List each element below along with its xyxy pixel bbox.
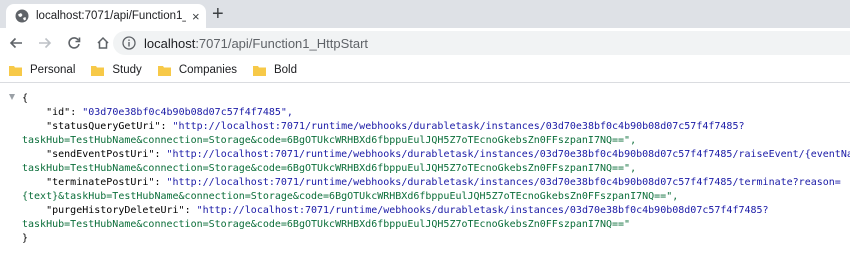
globe-icon — [15, 9, 29, 23]
collapse-toggle-icon[interactable] — [9, 94, 15, 100]
folder-icon — [157, 65, 171, 76]
json-open-brace: { — [22, 93, 29, 104]
arrow-left-icon — [9, 37, 22, 49]
json-value-send-event-cont: taskHub=TestHubName&connection=Storage&c… — [22, 163, 637, 174]
tab-strip: localhost:7071/api/Function1_HttpStart ×… — [0, 0, 850, 28]
folder-icon — [252, 65, 266, 76]
url-host: localhost — [144, 35, 196, 51]
toolbar: localhost:7071/api/Function1_HttpStart — [0, 28, 850, 58]
back-button[interactable] — [7, 34, 25, 52]
json-value-id: "03d70e38bf0c4b90b08d07c57f4f7485", — [82, 107, 293, 118]
bookmarks-bar: Personal Study Companies Bold — [0, 58, 850, 83]
json-value-terminate-cont: {text}&taskHub=TestHubName&connection=St… — [22, 191, 679, 202]
json-body: { "id": "03d70e38bf0c4b90b08d07c57f4f748… — [22, 92, 850, 246]
json-value-purge-history-cont: taskHub=TestHubName&connection=Storage&c… — [22, 219, 631, 230]
bookmark-label: Personal — [30, 64, 76, 76]
new-tab-button[interactable]: + — [212, 3, 224, 25]
json-key-terminate: "terminatePostUri" — [46, 177, 155, 188]
bookmark-bold[interactable]: Bold — [252, 64, 298, 76]
tab-title: localhost:7071/api/Function1_HttpStart — [36, 10, 186, 22]
json-value-send-event: "http://localhost:7071/runtime/webhooks/… — [166, 149, 850, 160]
home-button[interactable] — [94, 34, 112, 52]
bookmark-label: Bold — [273, 64, 298, 76]
json-value-purge-history: "http://localhost:7071/runtime/webhooks/… — [196, 205, 769, 216]
home-icon — [97, 36, 109, 49]
json-value-status-query-cont: taskHub=TestHubName&connection=Storage&c… — [22, 135, 637, 146]
browser-tab[interactable]: localhost:7071/api/Function1_HttpStart × — [6, 4, 206, 28]
url-path: :7071/api/Function1_HttpStart — [195, 35, 369, 51]
close-tab-icon[interactable]: × — [192, 9, 200, 24]
bookmark-label: Companies — [178, 64, 237, 76]
json-viewer: { "id": "03d70e38bf0c4b90b08d07c57f4f748… — [0, 83, 850, 258]
json-key-purge-history: "purgeHistoryDeleteUri" — [46, 205, 185, 216]
json-key-send-event: "sendEventPostUri" — [46, 149, 155, 160]
json-value-status-query: "http://localhost:7071/runtime/webhooks/… — [172, 121, 745, 132]
info-icon[interactable] — [122, 36, 136, 50]
address-bar[interactable]: localhost:7071/api/Function1_HttpStart — [113, 31, 850, 55]
bookmark-study[interactable]: Study — [91, 64, 142, 76]
bookmark-personal[interactable]: Personal — [9, 64, 75, 76]
json-value-terminate: "http://localhost:7071/runtime/webhooks/… — [166, 177, 841, 188]
bookmark-companies[interactable]: Companies — [157, 64, 237, 76]
url-text[interactable]: localhost:7071/api/Function1_HttpStart — [144, 36, 368, 51]
arrow-right-icon — [39, 37, 52, 49]
reload-icon — [68, 37, 81, 49]
folder-icon — [91, 65, 105, 76]
json-close-brace: } — [22, 233, 29, 244]
forward-button[interactable] — [36, 34, 54, 52]
folder-icon — [9, 65, 22, 76]
bookmark-label: Study — [112, 64, 142, 76]
reload-button[interactable] — [65, 34, 83, 52]
json-key-status-query: "statusQueryGetUri" — [46, 121, 161, 132]
json-key-id: "id" — [46, 107, 71, 118]
